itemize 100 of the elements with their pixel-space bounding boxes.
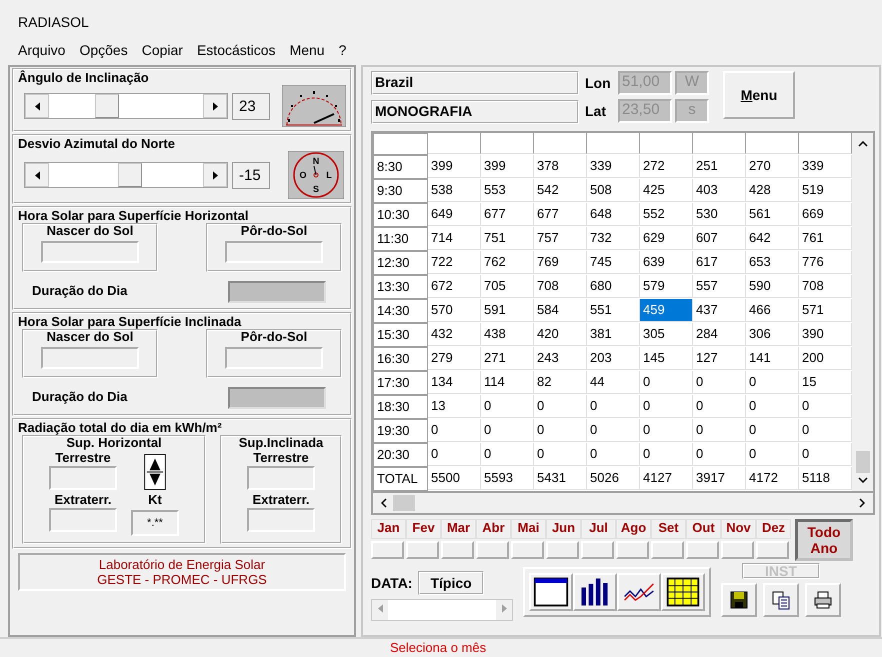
sunrise-field[interactable] — [41, 241, 139, 263]
terrestrial-label: Terrestre — [253, 450, 309, 465]
printer-icon — [813, 590, 833, 610]
table-cell: 13 — [428, 395, 481, 418]
right-arrow-icon — [502, 604, 506, 613]
whole-year-button[interactable]: Todo Ano — [795, 519, 853, 561]
table-cell: 0 — [640, 443, 693, 466]
line-chart-button[interactable] — [617, 573, 661, 611]
save-button[interactable] — [721, 583, 757, 617]
table-cell: 732 — [587, 227, 640, 250]
table-cell: 0 — [481, 443, 534, 466]
menu-item[interactable]: Estocásticos — [196, 42, 276, 62]
kt-field: *.** — [131, 510, 179, 536]
table-cell: 420 — [534, 323, 587, 346]
menu-item[interactable]: Opções — [79, 42, 128, 62]
table-cell: 0 — [587, 419, 640, 442]
table-cell: 538 — [428, 179, 481, 202]
window-view-button[interactable] — [529, 573, 573, 611]
table-cell: 0 — [693, 395, 746, 418]
data-scrollbar[interactable] — [371, 599, 513, 621]
month-button[interactable] — [546, 541, 579, 559]
month-button[interactable] — [581, 541, 614, 559]
scroll-thumb[interactable] — [856, 451, 870, 473]
month-button[interactable] — [441, 541, 474, 559]
month-button[interactable] — [371, 541, 404, 559]
lat-label: Lat — [585, 103, 607, 119]
table-cell: 0 — [428, 443, 481, 466]
table-view-button[interactable] — [661, 573, 705, 611]
table-cell: 432 — [428, 323, 481, 346]
table-cell: 552 — [640, 203, 693, 226]
terrestrial-field[interactable] — [49, 466, 117, 490]
table-cell: 203 — [587, 347, 640, 370]
month-label: Ago — [616, 519, 651, 539]
tilt-value: 23 — [232, 92, 270, 120]
table-cell: 378 — [534, 155, 587, 178]
table-cell: 339 — [587, 155, 640, 178]
table-cell: 270 — [746, 155, 799, 178]
month-label: Jan — [371, 519, 406, 539]
table-cell: 642 — [746, 227, 799, 250]
table-cell: 0 — [481, 395, 534, 418]
month-button[interactable] — [476, 541, 509, 559]
bar-chart-button[interactable] — [573, 573, 617, 611]
month-button[interactable] — [406, 541, 439, 559]
time-cell: 17:30 — [373, 371, 428, 395]
extraterrestrial-field[interactable] — [247, 508, 315, 532]
group-title: Hora Solar para Superfície Inclinada — [18, 314, 242, 329]
table-cell: 0 — [746, 443, 799, 466]
terrestrial-field[interactable] — [247, 466, 315, 490]
month-label: Abr — [476, 519, 511, 539]
group-title: Desvio Azimutal do Norte — [18, 136, 175, 151]
extraterrestrial-field[interactable] — [49, 508, 117, 532]
table-cell: 381 — [587, 323, 640, 346]
table-cell: 751 — [481, 227, 534, 250]
table-cell: 0 — [534, 395, 587, 418]
sunset-field[interactable] — [225, 241, 323, 263]
table-cell: 399 — [428, 155, 481, 178]
table-cell: 5026 — [587, 467, 640, 490]
table-cell: 553 — [481, 179, 534, 202]
table-cell: 639 — [640, 251, 693, 274]
menu-item[interactable]: Arquivo — [18, 42, 66, 62]
table-cell: 590 — [746, 275, 799, 298]
horizontal-scrollbar[interactable] — [371, 493, 875, 515]
table-cell: 542 — [534, 179, 587, 202]
menu-item[interactable]: ? — [338, 42, 346, 62]
horizontal-label: Sup. Horizontal — [66, 435, 162, 450]
time-cell: 9:30 — [373, 179, 428, 203]
table-cell: 0 — [534, 419, 587, 442]
table-cell: 428 — [746, 179, 799, 202]
menu-item[interactable]: Copiar — [142, 42, 183, 62]
month-button[interactable] — [756, 541, 789, 559]
table-cell: 284 — [693, 323, 746, 346]
table-cell: 714 — [428, 227, 481, 250]
sunrise-field[interactable] — [41, 347, 139, 369]
group-title: Hora Solar para Superfície Horizontal — [18, 208, 248, 223]
month-label: Nov — [721, 519, 756, 539]
lon-label: Lon — [585, 75, 612, 91]
month-button[interactable] — [721, 541, 754, 559]
azimuth-value: -15 — [232, 162, 270, 188]
table-cell: 745 — [587, 251, 640, 274]
duration-label: Duração do Dia — [32, 283, 128, 298]
month-label: Out — [686, 519, 721, 539]
spin-button[interactable] — [144, 454, 166, 490]
sunset-label: Pôr-do-Sol — [240, 329, 308, 344]
table-cell: 769 — [534, 251, 587, 274]
copy-button[interactable] — [763, 583, 799, 617]
month-button[interactable] — [511, 541, 544, 559]
scroll-thumb[interactable] — [393, 495, 415, 511]
print-button[interactable] — [805, 583, 841, 617]
month-button[interactable] — [651, 541, 684, 559]
table-cell: 134 — [428, 371, 481, 394]
sunrise-label: Nascer do Sol — [46, 223, 134, 238]
table-cell: 649 — [428, 203, 481, 226]
month-button[interactable] — [686, 541, 719, 559]
sunset-field[interactable] — [225, 347, 323, 369]
month-button[interactable] — [616, 541, 649, 559]
time-cell: 8:30 — [373, 155, 428, 179]
time-cell: TOTAL — [373, 467, 428, 491]
data-value: Típico — [418, 571, 484, 595]
menu-item[interactable]: Menu — [290, 42, 325, 62]
table-cell: 680 — [587, 275, 640, 298]
